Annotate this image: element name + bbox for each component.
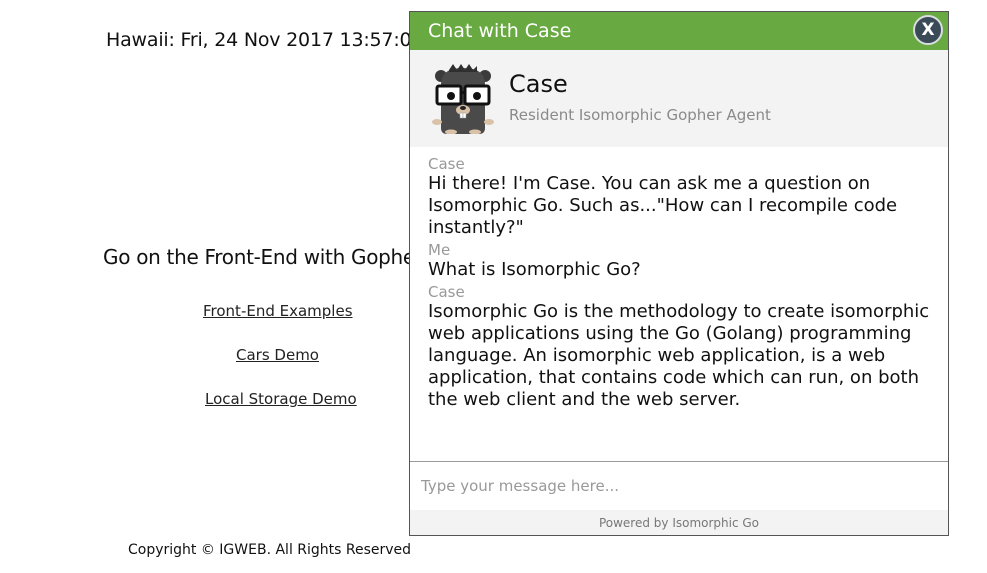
link-cars-demo[interactable]: Cars Demo bbox=[236, 346, 319, 364]
chat-message: Me What is Isomorphic Go? bbox=[428, 241, 930, 281]
message-text: What is Isomorphic Go? bbox=[428, 259, 641, 280]
message-text: Hi there! I'm Case. You can ask me a que… bbox=[428, 173, 898, 238]
agent-title: Resident Isomorphic Gopher Agent bbox=[509, 106, 771, 124]
powered-by: Powered by Isomorphic Go bbox=[410, 510, 948, 535]
page-tagline: Go on the Front-End with Gophe bbox=[103, 245, 415, 269]
agent-name: Case bbox=[509, 70, 568, 98]
chat-messages: Case Hi there! I'm Case. You can ask me … bbox=[410, 147, 948, 461]
chat-header-title: Chat with Case bbox=[428, 20, 572, 42]
close-chat-button[interactable]: X bbox=[913, 15, 943, 45]
link-front-end-examples[interactable]: Front-End Examples bbox=[203, 302, 353, 320]
message-sender: Case bbox=[428, 155, 465, 173]
chat-message: Case Hi there! I'm Case. You can ask me … bbox=[428, 155, 930, 239]
agent-card: Case Resident Isomorphic Gopher Agent bbox=[410, 50, 948, 147]
message-sender: Me bbox=[428, 241, 451, 259]
link-local-storage-demo[interactable]: Local Storage Demo bbox=[205, 390, 357, 408]
page: Hawaii: Fri, 24 Nov 2017 13:57:06 H Go o… bbox=[0, 0, 987, 573]
hawaii-clock: Hawaii: Fri, 24 Nov 2017 13:57:06 H bbox=[106, 29, 444, 51]
chat-message: Case Isomorphic Go is the methodology to… bbox=[428, 283, 930, 411]
footer-copyright: Copyright © IGWEB. All Rights Reserved bbox=[128, 542, 412, 558]
chat-input-area bbox=[410, 461, 948, 510]
message-text: Isomorphic Go is the methodology to crea… bbox=[428, 301, 930, 410]
chat-header: Chat with Case bbox=[410, 12, 948, 50]
chat-box: Chat with Case X Case Resident Isomorphi… bbox=[409, 11, 949, 536]
chat-message-input[interactable] bbox=[410, 462, 948, 510]
gopher-glasses-icon bbox=[432, 64, 494, 134]
message-sender: Case bbox=[428, 283, 465, 301]
